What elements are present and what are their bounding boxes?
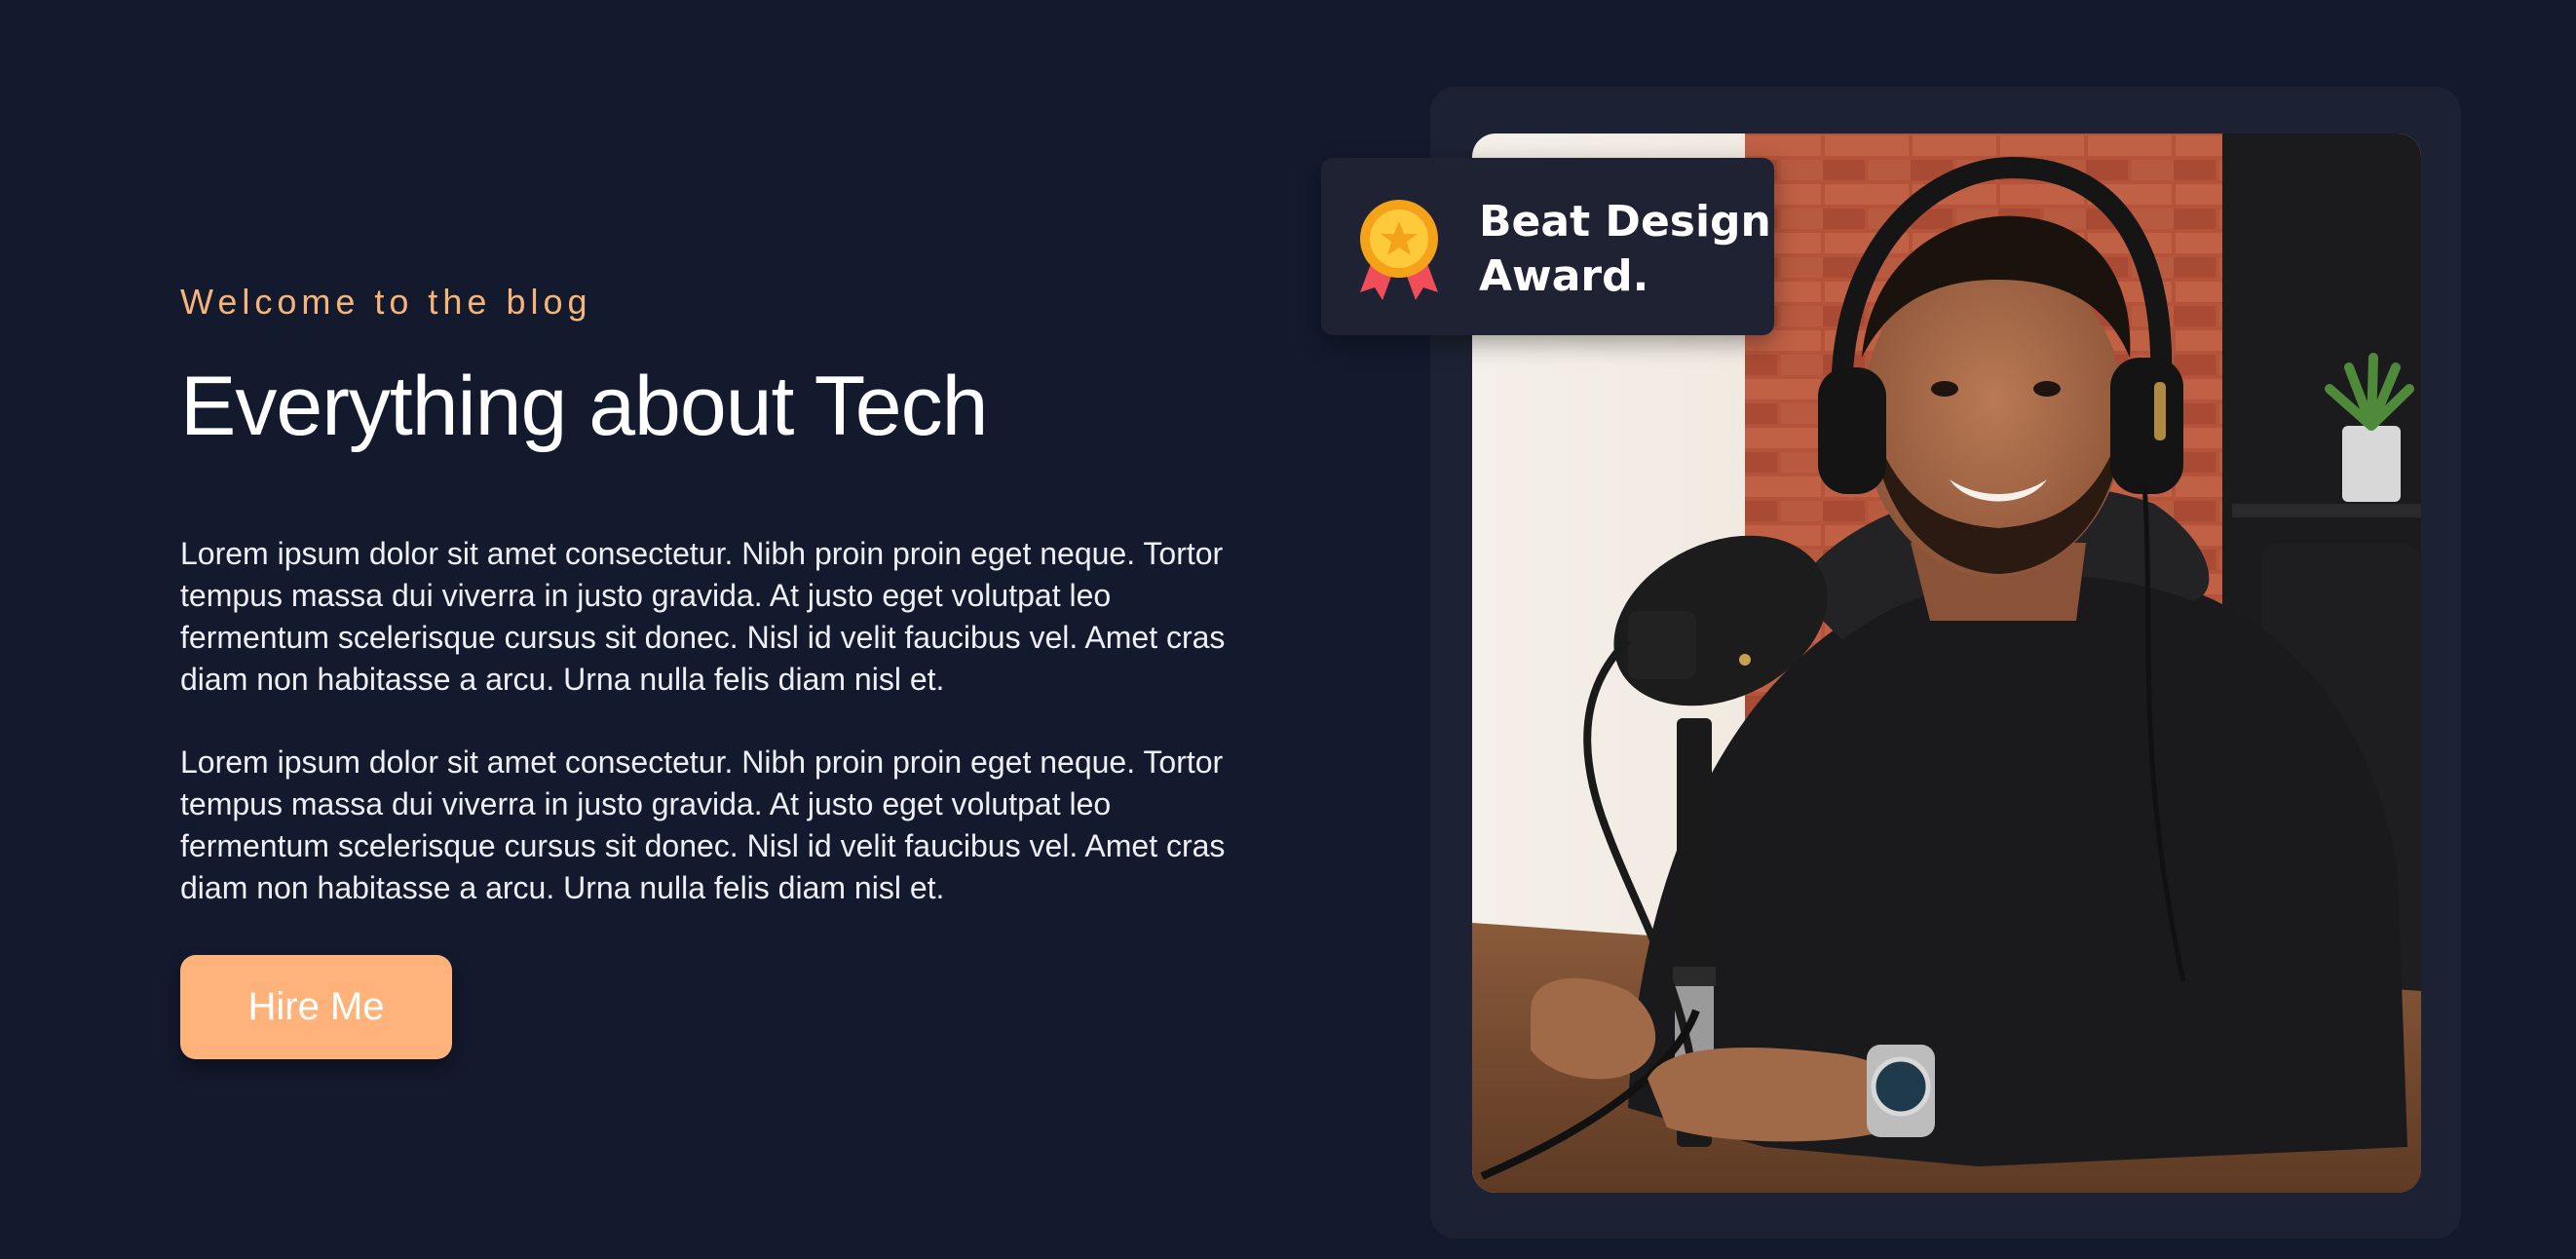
award-title-line-1: Beat Design (1479, 197, 1771, 247)
hero-paragraph-2: Lorem ipsum dolor sit amet consectetur. … (180, 744, 1226, 905)
award-medal-icon (1355, 195, 1443, 302)
award-title: Beat Design Award. (1479, 195, 1771, 304)
award-title-line-2: Award. (1479, 251, 1649, 301)
hero-eyebrow: Welcome to the blog (180, 282, 592, 322)
award-badge: Beat Design Award. (1321, 158, 1774, 335)
hero-text-section: Welcome to the blog Everything about Tec… (180, 276, 1252, 909)
hero-paragraph-1: Lorem ipsum dolor sit amet consectetur. … (180, 536, 1226, 697)
page-title: Everything about Tech (180, 360, 988, 453)
hire-me-button[interactable]: Hire Me (180, 955, 452, 1059)
